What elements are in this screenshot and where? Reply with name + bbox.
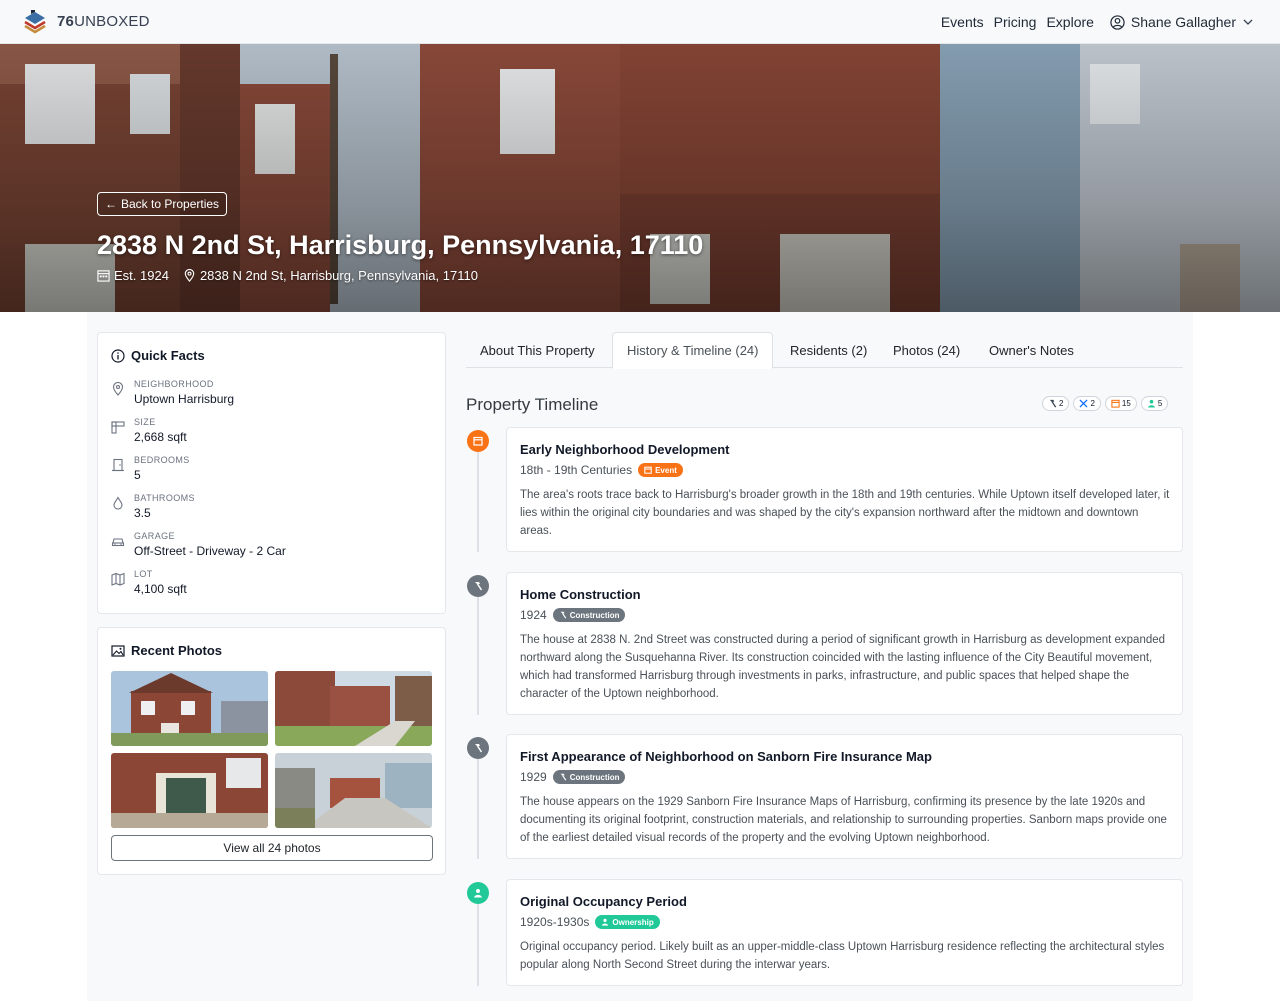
- event-type-badge: Construction: [552, 770, 626, 784]
- quick-facts-card: Quick Facts NEIGHBORHOOD Uptown Harrisbur…: [97, 332, 446, 614]
- hero-banner: ← Back to Properties 2838 N 2nd St, Harr…: [0, 44, 1280, 312]
- map-pin-icon: [184, 269, 195, 282]
- nav-explore[interactable]: Explore: [1046, 14, 1093, 30]
- timeline-type-counts: 2 2 15 5: [1038, 396, 1169, 411]
- tab-about[interactable]: About This Property: [466, 332, 609, 368]
- event-title: Original Occupancy Period: [520, 894, 687, 909]
- count-ownership[interactable]: 5: [1140, 396, 1169, 411]
- brand-number: 76: [57, 12, 75, 30]
- event-description: The area's roots trace back to Harrisbur…: [520, 489, 1170, 537]
- timeline-dot-event: [467, 430, 489, 452]
- event-type-badge: Ownership: [595, 915, 660, 929]
- event-type-badge: Event: [638, 463, 683, 477]
- event-description: The house at 2838 N. 2nd Street was cons…: [520, 634, 1166, 700]
- hammer-icon: [560, 611, 567, 619]
- fact-neighborhood: NEIGHBORHOOD Uptown Harrisburg: [111, 379, 234, 406]
- timeline-dot-construction: [467, 737, 489, 759]
- top-navbar: 76UNBOXED Events Pricing Explore Shane G…: [0, 0, 1280, 44]
- count-construction[interactable]: 2: [1042, 396, 1070, 411]
- event-date: 18th - 19th Centuries: [520, 463, 633, 477]
- droplet-icon: [113, 496, 123, 510]
- chevron-down-icon: [1243, 19, 1253, 25]
- property-meta: Est. 1924 2838 N 2nd St, Harrisburg, Pen…: [97, 268, 492, 283]
- user-name: Shane Gallagher: [1130, 14, 1236, 30]
- event-title: Home Construction: [520, 587, 641, 602]
- calendar-icon: [644, 466, 652, 474]
- photo-thumbnail[interactable]: [275, 753, 432, 828]
- person-icon: [474, 889, 482, 898]
- hammer-icon: [475, 744, 483, 753]
- timeline-dot-ownership: [467, 882, 489, 904]
- user-menu[interactable]: Shane Gallagher: [1110, 14, 1260, 30]
- tools-icon: [1079, 399, 1088, 408]
- photo-thumbnail[interactable]: [275, 671, 432, 746]
- established-year: Est. 1924: [114, 268, 169, 283]
- car-icon: [111, 538, 125, 547]
- images-icon: [111, 644, 125, 657]
- timeline-event-card: Home Construction 1924 Construction The …: [506, 572, 1183, 715]
- quick-facts-title: Quick Facts: [131, 348, 205, 363]
- tab-residents[interactable]: Residents (2): [776, 332, 881, 368]
- event-title: First Appearance of Neighborhood on Sanb…: [520, 749, 932, 764]
- ruler-icon: [111, 421, 125, 434]
- timeline-dot-construction: [467, 575, 489, 597]
- brand-link[interactable]: 76UNBOXED: [22, 8, 150, 34]
- property-title: 2838 N 2nd St, Harrisburg, Pennsylvania,…: [97, 230, 704, 260]
- info-circle-icon: [111, 348, 125, 363]
- nav-events[interactable]: Events: [941, 14, 984, 30]
- tab-owners-notes[interactable]: Owner's Notes: [975, 332, 1088, 368]
- calendar-icon: [473, 436, 483, 446]
- event-title: Early Neighborhood Development: [520, 442, 730, 457]
- user-circle-icon: [1110, 14, 1125, 30]
- property-tabs: About This Property History & Timeline (…: [466, 332, 1183, 369]
- fact-bedrooms: BEDROOMS 5: [111, 455, 190, 482]
- fact-size: SIZE 2,668 sqft: [111, 417, 187, 444]
- event-date: 1920s-1930s: [520, 915, 590, 929]
- property-content: Quick Facts NEIGHBORHOOD Uptown Harrisbur…: [87, 312, 1193, 1001]
- brand-logo-icon: [24, 10, 46, 34]
- timeline-event-card: Early Neighborhood Development 18th - 19…: [506, 427, 1183, 552]
- event-description: Original occupancy period. Likely built …: [520, 941, 1165, 971]
- property-address: 2838 N 2nd St, Harrisburg, Pennsylvania,…: [199, 268, 478, 283]
- event-type-badge: Construction: [552, 608, 626, 622]
- fact-garage: GARAGE Off-Street - Driveway - 2 Car: [111, 531, 286, 558]
- fact-bathrooms: BATHROOMS 3.5: [111, 493, 195, 520]
- calendar-icon: [97, 270, 110, 282]
- fact-lot: LOT 4,100 sqft: [111, 569, 187, 596]
- brand-word: UNBOXED: [74, 12, 150, 30]
- photo-thumbnail[interactable]: [111, 753, 268, 828]
- count-renovation[interactable]: 2: [1073, 396, 1101, 411]
- view-all-photos-button[interactable]: View all 24 photos: [111, 835, 433, 861]
- tab-photos[interactable]: Photos (24): [879, 332, 974, 368]
- door-icon: [112, 458, 124, 472]
- photo-thumbnail[interactable]: [111, 671, 268, 746]
- map-icon: [111, 572, 125, 586]
- recent-photos-title: Recent Photos: [131, 643, 223, 658]
- back-to-properties-button[interactable]: ← Back to Properties: [97, 192, 228, 216]
- arrow-left-icon: ←: [105, 197, 117, 211]
- hammer-icon: [475, 582, 483, 591]
- tab-history-timeline[interactable]: History & Timeline (24): [612, 332, 774, 369]
- timeline-event-card: First Appearance of Neighborhood on Sanb…: [506, 734, 1183, 859]
- hammer-icon: [560, 773, 567, 781]
- event-date: 1929: [520, 770, 547, 784]
- timeline-title: Property Timeline: [466, 395, 599, 414]
- nav-pricing[interactable]: Pricing: [994, 14, 1037, 30]
- count-events[interactable]: 15: [1104, 396, 1137, 411]
- hammer-icon: [1049, 399, 1057, 408]
- main-nav: Events Pricing Explore Shane Gallagher: [931, 0, 1260, 44]
- person-icon: [602, 918, 609, 926]
- calendar-icon: [1111, 399, 1120, 408]
- map-pin-icon: [112, 382, 124, 396]
- event-description: The house appears on the 1929 Sanborn Fi…: [520, 796, 1167, 844]
- event-date: 1924: [520, 608, 547, 622]
- recent-photos-card: Recent Photos View all 24 photos: [97, 627, 446, 875]
- person-icon: [1147, 399, 1155, 408]
- timeline-event-card: Original Occupancy Period 1920s-1930s Ow…: [506, 879, 1183, 986]
